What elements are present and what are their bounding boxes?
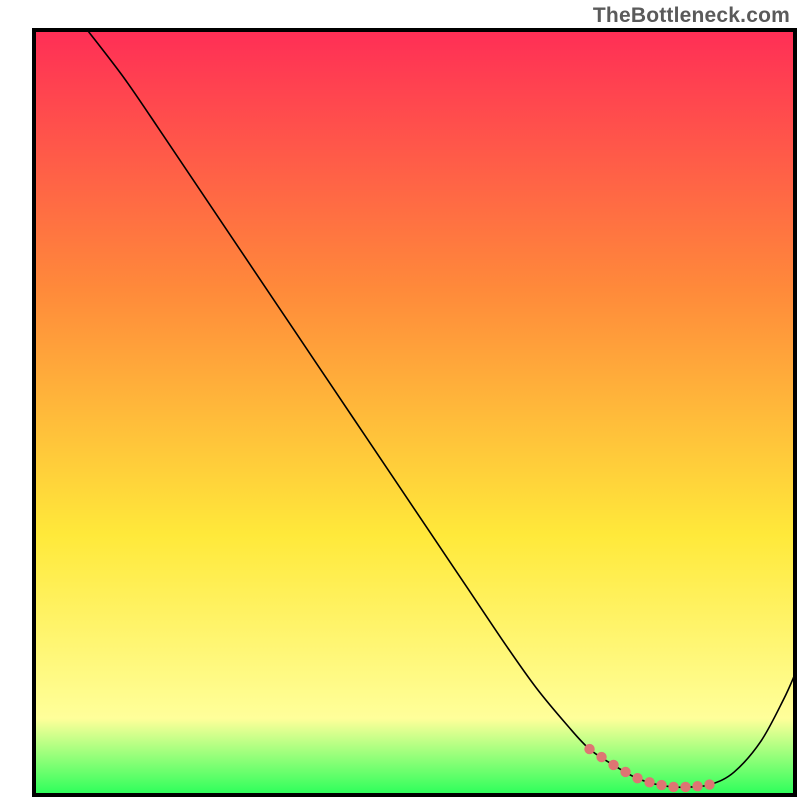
highlight-dot — [608, 760, 618, 770]
chart-background-gradient — [34, 30, 795, 795]
highlight-dot — [620, 767, 630, 777]
highlight-dot — [656, 780, 666, 790]
highlight-dot — [680, 782, 690, 792]
chart-container: TheBottleneck.com — [0, 0, 800, 800]
highlight-dot — [584, 744, 594, 754]
highlight-dot — [692, 781, 702, 791]
highlight-dot — [704, 779, 714, 789]
watermark-text: TheBottleneck.com — [593, 4, 790, 28]
highlight-dot — [644, 777, 654, 787]
highlight-dot — [668, 782, 678, 792]
highlight-dot — [632, 773, 642, 783]
bottleneck-chart — [0, 0, 800, 800]
highlight-dot — [596, 752, 606, 762]
